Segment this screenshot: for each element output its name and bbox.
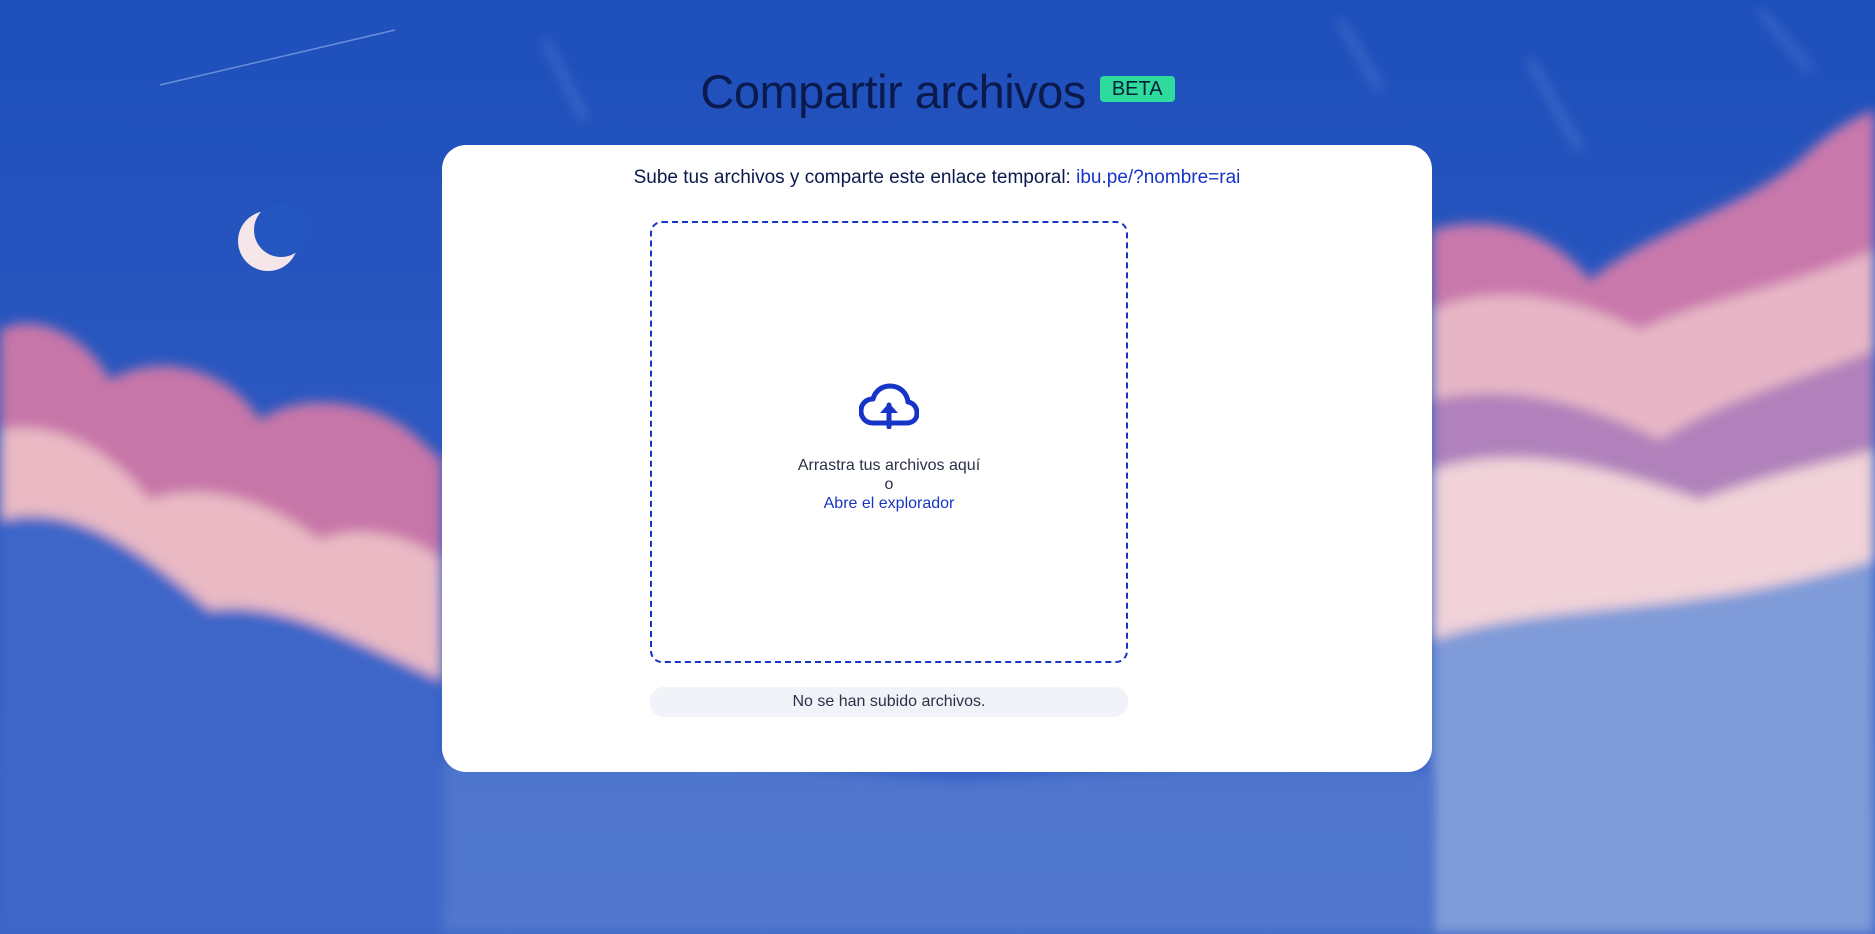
open-file-browser-link[interactable]: Abre el explorador <box>824 494 955 513</box>
file-dropzone[interactable]: Arrastra tus archivos aquí o Abre el exp… <box>650 221 1128 663</box>
drag-instructions: Arrastra tus archivos aquí <box>797 457 981 474</box>
share-link[interactable]: ibu.pe/?nombre=rai <box>1076 167 1240 188</box>
dropzone-content: Arrastra tus archivos aquí o Abre el exp… <box>652 383 1126 513</box>
upload-card: Sube tus archivos y comparte este enlace… <box>442 145 1432 772</box>
page-header: Compartir archivos BETA <box>0 62 1875 122</box>
upload-status-message: No se han subido archivos. <box>650 687 1128 717</box>
cloud-upload-icon <box>859 383 919 429</box>
intro-text: Sube tus archivos y comparte este enlace… <box>633 167 1077 188</box>
share-instructions: Sube tus archivos y comparte este enlace… <box>442 167 1432 189</box>
page-title: Compartir archivos <box>700 65 1086 118</box>
or-separator: o <box>884 476 894 493</box>
beta-badge: BETA <box>1099 76 1175 102</box>
